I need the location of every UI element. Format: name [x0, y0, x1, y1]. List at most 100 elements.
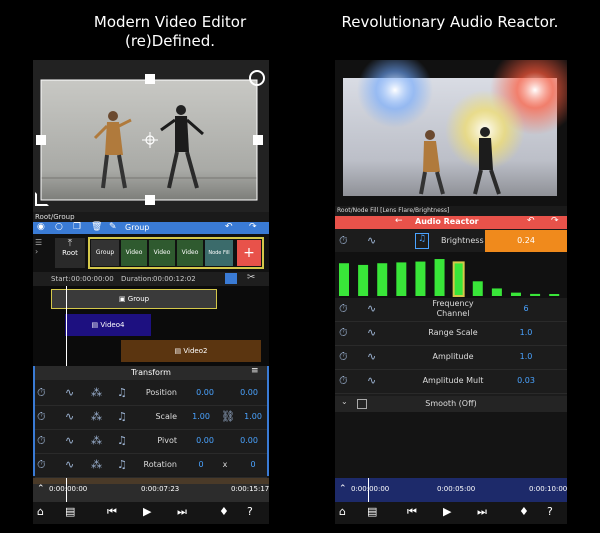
home-icon[interactable]: ⌂ — [339, 505, 346, 518]
cut-icon[interactable]: ✂ — [247, 272, 255, 283]
property-row[interactable]: ⏱ ∿ ⁂ ♫ Position 0.00 0.00 — [35, 382, 267, 406]
rotate-handle-icon[interactable] — [249, 70, 265, 86]
spectrum-panel[interactable] — [335, 252, 567, 298]
curve-icon[interactable]: ∿ — [367, 326, 376, 340]
dots-icon[interactable]: ⁂ — [91, 458, 102, 472]
property-row[interactable]: ⏱ ∿ Amplitude Mult 0.03 — [335, 370, 567, 394]
property-value-2[interactable]: 0.00 — [237, 388, 261, 397]
eye-icon[interactable]: ◉ — [37, 222, 45, 232]
spectrum-bar[interactable] — [339, 263, 349, 296]
prev-frame-icon[interactable]: ⏮ — [407, 505, 417, 519]
prev-frame-icon[interactable]: ⏮ — [107, 505, 117, 519]
brightness-value[interactable]: 0.24 — [485, 230, 567, 252]
dots-icon[interactable]: ⁂ — [91, 410, 102, 424]
collapse-icon[interactable]: ⌃ — [37, 484, 45, 494]
home-icon[interactable]: ⌂ — [37, 505, 44, 518]
curve-icon[interactable]: ∿ — [65, 434, 74, 448]
sidebar-toggle-icon[interactable]: ☰ › — [35, 238, 43, 268]
add-node-button[interactable]: + — [237, 240, 261, 266]
spectrum-bar[interactable] — [434, 259, 445, 296]
property-row[interactable]: ⏱ ∿ ⁂ ♫ Pivot 0.00 0.00 — [35, 430, 267, 454]
redo-icon[interactable]: ↷ — [249, 222, 257, 232]
property-value-2[interactable]: 1.00 — [241, 412, 265, 421]
timeline-playhead[interactable] — [368, 478, 369, 502]
spectrum-bar[interactable] — [510, 292, 521, 296]
audio-icon[interactable]: ♫ — [415, 233, 429, 249]
curve-icon[interactable]: ∿ — [367, 374, 376, 388]
property-value[interactable]: 1.0 — [511, 352, 541, 361]
collapse-icon[interactable]: ⌃ — [339, 484, 347, 494]
spectrum-bar[interactable] — [472, 281, 483, 296]
playhead[interactable] — [66, 286, 67, 366]
audio-icon[interactable]: ♫ — [117, 410, 127, 424]
play-icon[interactable]: ▶ — [443, 505, 451, 518]
track-group[interactable]: ▣ Group — [51, 289, 217, 309]
next-frame-icon[interactable]: ⏭ — [177, 505, 187, 519]
help-icon[interactable]: ? — [247, 505, 253, 518]
curve-icon[interactable]: ∿ — [367, 350, 376, 364]
curve-icon[interactable]: ∿ — [65, 386, 74, 400]
spectrum-bar[interactable] — [396, 262, 407, 296]
property-value-2[interactable]: 0.00 — [237, 436, 261, 445]
brightness-row[interactable]: ⏱ ∿ ♫ Brightness 0.24 — [335, 230, 567, 252]
link-icon[interactable]: ⛓ — [221, 410, 235, 424]
node-tile[interactable]: Node Fill — [205, 240, 233, 266]
panel-menu-icon[interactable]: ≡ — [251, 366, 259, 376]
stopwatch-icon[interactable]: ⏱ — [339, 350, 348, 364]
audio-icon[interactable]: ♫ — [117, 434, 127, 448]
property-row[interactable]: ⏱ ∿ ⁂ ♫ Scale 1.00 ⛓ 1.00 — [35, 406, 267, 430]
root-node[interactable]: ⤒ Root — [55, 238, 85, 268]
delete-icon[interactable]: 🗑 — [91, 222, 102, 232]
bottom-timeline[interactable]: ⌃ 0:00:00:00 0:00:07:23 0:00:15:17 — [33, 478, 269, 502]
property-value[interactable]: 0.03 — [511, 376, 541, 385]
spectrum-bar[interactable] — [377, 263, 388, 296]
curve-icon[interactable]: ∿ — [367, 234, 376, 248]
audio-preview[interactable] — [335, 60, 567, 206]
redo-icon[interactable]: ↷ — [551, 216, 559, 226]
curve-icon[interactable]: ∿ — [367, 302, 376, 316]
property-row[interactable]: ⏱ ∿ ⁂ ♫ Rotation 0 x 0 — [35, 454, 267, 478]
spectrum-bar[interactable] — [452, 261, 465, 297]
comment-icon[interactable]: ▤ — [367, 505, 377, 518]
help-icon[interactable]: ? — [547, 505, 553, 518]
duration-value[interactable]: 00:00:12:02 — [153, 275, 196, 283]
undo-icon[interactable]: ↶ — [527, 216, 535, 226]
stopwatch-icon[interactable]: ⏱ — [37, 458, 46, 472]
property-value-1[interactable]: 0.00 — [193, 388, 217, 397]
property-value-1[interactable]: 0 — [189, 460, 213, 469]
property-value-1[interactable]: 0.00 — [193, 436, 217, 445]
property-value-2[interactable]: 0 — [241, 460, 265, 469]
comment-icon[interactable]: ▤ — [65, 505, 75, 518]
spectrum-bar[interactable] — [358, 264, 369, 296]
smooth-row[interactable]: ⌄ Smooth (Off) — [335, 396, 567, 412]
spectrum-bar[interactable] — [549, 294, 560, 296]
audio-icon[interactable]: ♫ — [117, 386, 127, 400]
curve-icon[interactable]: ∿ — [65, 458, 74, 472]
property-row[interactable]: ⏱ ∿ Amplitude 1.0 — [335, 346, 567, 370]
node-tile[interactable]: Video — [121, 240, 147, 266]
next-frame-icon[interactable]: ⏭ — [477, 505, 487, 519]
spectrum-bar[interactable] — [415, 261, 426, 296]
save-icon[interactable] — [225, 273, 237, 284]
property-value[interactable]: 6 — [511, 304, 541, 313]
node-tile[interactable]: Group — [91, 240, 119, 266]
audio-icon[interactable]: ♫ — [117, 458, 127, 472]
back-arrow-icon[interactable]: ← — [395, 216, 403, 226]
stopwatch-icon[interactable]: ⏱ — [339, 234, 348, 248]
stopwatch-icon[interactable]: ⏱ — [339, 302, 348, 316]
export-icon[interactable]: ♦ — [219, 505, 229, 518]
stopwatch-icon[interactable]: ⏱ — [339, 326, 348, 340]
spectrum-bar[interactable] — [491, 288, 502, 296]
curve-icon[interactable]: ∿ — [65, 410, 74, 424]
fullscreen-icon[interactable] — [35, 192, 49, 206]
node-tile[interactable]: Video — [149, 240, 175, 266]
node-tile[interactable]: Video — [177, 240, 203, 266]
property-row[interactable]: ⏱ ∿ Range Scale 1.0 — [335, 322, 567, 346]
stopwatch-icon[interactable]: ⏱ — [37, 410, 46, 424]
timeline-playhead[interactable] — [66, 478, 67, 502]
dots-icon[interactable]: ⁂ — [91, 434, 102, 448]
stopwatch-icon[interactable]: ⏱ — [339, 374, 348, 388]
stopwatch-icon[interactable]: ⏱ — [37, 434, 46, 448]
undo-icon[interactable]: ↶ — [225, 222, 233, 232]
property-value[interactable]: 1.0 — [511, 328, 541, 337]
